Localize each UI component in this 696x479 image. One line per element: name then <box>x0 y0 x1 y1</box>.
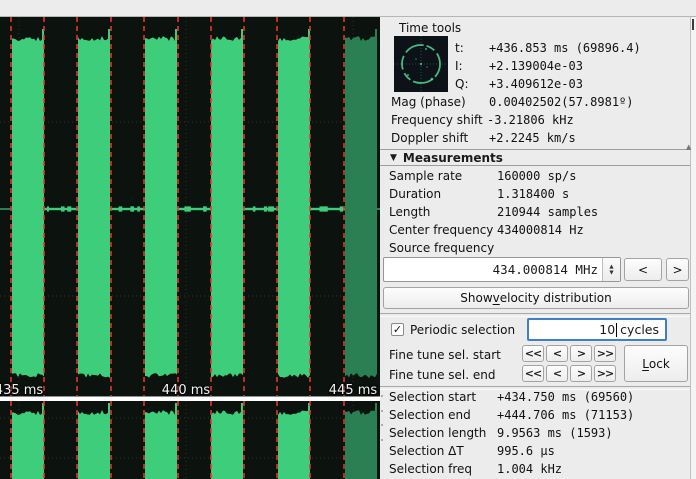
fine-tune-end-label: Fine tune sel. end <box>389 368 495 382</box>
frequency-nudge-left-button[interactable]: < <box>624 258 662 281</box>
measurements-header-label: Measurements <box>403 151 503 165</box>
fine-tune-start-big-left-button[interactable]: << <box>522 345 544 362</box>
cursor-q-value: +3.409612e-03 <box>489 77 583 91</box>
mag-phase-label: Mag (phase) <box>391 95 466 109</box>
frequency-spinbox[interactable]: 434.000814 MHz ▲ ▼ <box>383 257 621 282</box>
fine-tune-end-right-button[interactable]: > <box>570 365 592 382</box>
mag-phase-value: 0.00402502(57.8981º) <box>489 95 634 109</box>
cursor-i-label: I: <box>455 59 463 73</box>
doppler-shift-label: Doppler shift <box>391 131 468 145</box>
cursor-time-value: +436.853 ms (69896.4) <box>489 41 641 55</box>
spinbox-arrows[interactable]: ▲ ▼ <box>602 258 620 281</box>
cycles-suffix: cycles <box>620 322 659 337</box>
length-value: 210944 samples <box>497 205 598 219</box>
side-panel: Time tools t: +436.853 ms (69896.4) I: +… <box>380 17 696 479</box>
frequency-nudge-right-button[interactable]: > <box>666 258 689 281</box>
selection-length-label: Selection length <box>389 426 486 440</box>
show-velocity-distribution-button[interactable]: Show velocity distribution <box>383 287 689 309</box>
time-domain-waveform-view[interactable]: 435 ms440 ms445 ms <box>0 17 380 479</box>
periodic-selection-label: Periodic selection <box>410 323 515 337</box>
selection-end-label: Selection end <box>389 408 471 422</box>
selection-delta-t-label: Selection ΔT <box>389 444 464 458</box>
separator-line <box>380 313 690 317</box>
measurements-section-header[interactable]: ▼ Measurements <box>380 149 690 166</box>
cursor-time-label: t: <box>455 41 464 55</box>
frequency-shift-value: -3.21806 kHz <box>487 113 574 127</box>
sample-rate-label: Sample rate <box>389 169 462 183</box>
cycles-input[interactable]: 10 cycles <box>527 318 667 341</box>
cursor-i-value: +2.139004e-03 <box>489 59 583 73</box>
splitter-handle[interactable] <box>380 395 384 441</box>
velocity-button-mnemonic: v <box>493 291 500 305</box>
cursor-q-label: Q: <box>455 77 469 91</box>
cycles-value: 10 <box>599 322 615 337</box>
text-cursor <box>616 323 617 337</box>
lock-button-text: ock <box>649 357 670 371</box>
doppler-shift-value: +2.2245 km/s <box>489 131 576 145</box>
fine-tune-start-right-button[interactable]: > <box>570 345 592 362</box>
fine-tune-end-left-button[interactable]: < <box>546 365 568 382</box>
selection-end-value: +444.706 ms (71153) <box>497 408 634 422</box>
frequency-shift-label: Frequency shift <box>391 113 483 127</box>
spinbox-down-arrow-icon[interactable]: ▼ <box>609 270 613 276</box>
velocity-button-text-post: elocity distribution <box>500 291 612 305</box>
source-frequency-label: Source frequency <box>389 241 494 255</box>
fine-tune-start-big-right-button[interactable]: >> <box>594 345 616 362</box>
selection-start-value: +434.750 ms (69560) <box>497 390 634 404</box>
velocity-button-text-pre: Show <box>460 291 492 305</box>
fine-tune-start-label: Fine tune sel. start <box>389 348 501 362</box>
time-tools-title: Time tools <box>399 21 461 35</box>
collapse-triangle-icon: ▼ <box>390 153 397 163</box>
center-frequency-value: 434000814 Hz <box>497 223 584 237</box>
checkmark-icon: ✓ <box>393 324 402 335</box>
sample-rate-value: 160000 sp/s <box>497 169 576 183</box>
fine-tune-start-left-button[interactable]: < <box>546 345 568 362</box>
selection-freq-label: Selection freq <box>389 462 472 476</box>
frequency-spinbox-value[interactable]: 434.000814 MHz <box>493 262 598 277</box>
iq-constellation-icon <box>394 36 448 92</box>
fine-tune-end-big-left-button[interactable]: << <box>522 365 544 382</box>
fine-tune-end-big-right-button[interactable]: >> <box>594 365 616 382</box>
scrollbar-strip[interactable] <box>690 17 696 479</box>
window-top-strip <box>0 0 696 17</box>
selection-delta-t-value: 995.6 µs <box>497 444 555 458</box>
center-frequency-label: Center frequency <box>389 223 493 237</box>
scrollbar-mark <box>692 19 694 30</box>
duration-value: 1.318400 s <box>497 187 569 201</box>
scroll-up-arrow-icon[interactable]: ▲ <box>686 143 691 151</box>
lock-button[interactable]: Lock <box>624 345 688 382</box>
length-label: Length <box>389 205 430 219</box>
selection-freq-value: 1.004 kHz <box>497 462 562 476</box>
selection-length-value: 9.9563 ms (1593) <box>497 426 613 440</box>
lock-button-mnemonic: L <box>642 357 649 371</box>
periodic-selection-checkbox[interactable]: ✓ <box>391 323 404 336</box>
duration-label: Duration <box>389 187 441 201</box>
selection-start-label: Selection start <box>389 390 476 404</box>
